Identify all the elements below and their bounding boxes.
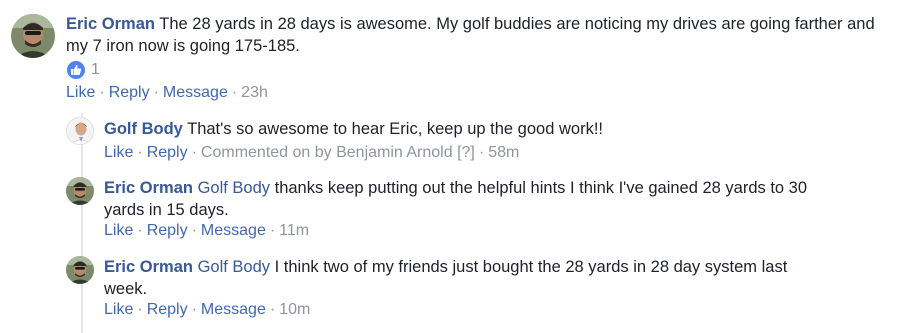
like-button[interactable]: Like — [104, 301, 133, 318]
separator: · — [191, 222, 197, 239]
comment-text: Eric Orman The 28 yards in 28 days is aw… — [66, 13, 886, 57]
message-button[interactable]: Message — [163, 84, 228, 101]
separator: · — [269, 222, 276, 239]
avatar[interactable] — [66, 256, 94, 284]
timestamp[interactable]: 11m — [279, 222, 309, 239]
reply-text: Golf Body That's so awesome to hear Eric… — [104, 118, 884, 140]
reply-button[interactable]: Reply — [147, 144, 188, 161]
separator: · — [478, 144, 485, 161]
separator: · — [191, 144, 197, 161]
separator: · — [231, 84, 238, 101]
mention-link[interactable]: Golf Body — [198, 179, 270, 197]
reply-actions: Like · Reply · Message · 10m — [104, 301, 310, 319]
reply-author[interactable]: Eric Orman — [104, 179, 193, 197]
thumbs-up-icon — [65, 59, 87, 81]
commented-by-text: Commented on by Benjamin Arnold — [200, 144, 453, 161]
reply-thread-line — [81, 113, 83, 333]
separator: · — [137, 222, 143, 239]
avatar[interactable] — [66, 117, 94, 145]
avatar[interactable] — [66, 177, 94, 205]
timestamp[interactable]: 23h — [241, 84, 268, 101]
comment-author[interactable]: Eric Orman — [66, 15, 155, 33]
reply-button[interactable]: Reply — [109, 84, 150, 101]
mention-link[interactable]: Golf Body — [198, 258, 270, 276]
separator: · — [137, 144, 143, 161]
avatar[interactable] — [11, 14, 55, 58]
reply-text: Eric Orman Golf Body I think two of my f… — [104, 256, 834, 300]
reaction-summary[interactable]: 1 — [65, 59, 100, 81]
comment-actions: Like · Reply · Message · 23h — [66, 84, 268, 102]
like-button[interactable]: Like — [104, 144, 133, 161]
reply-body: That's so awesome to hear Eric, keep up … — [182, 120, 603, 138]
separator: · — [137, 301, 143, 318]
reaction-count: 1 — [91, 61, 100, 78]
message-button[interactable]: Message — [201, 222, 266, 239]
reply-actions: Like · Reply · Message · 11m — [104, 222, 309, 240]
separator: · — [269, 301, 276, 318]
like-button[interactable]: Like — [66, 84, 95, 101]
separator: · — [153, 84, 159, 101]
reply-text: Eric Orman Golf Body thanks keep putting… — [104, 177, 834, 221]
timestamp[interactable]: 10m — [279, 301, 310, 318]
reply-author[interactable]: Golf Body — [104, 120, 183, 138]
separator: · — [191, 301, 197, 318]
timestamp[interactable]: 58m — [488, 144, 519, 161]
reply-actions: Like · Reply · Commented on by Benjamin Arno… — [104, 144, 519, 162]
reply-author[interactable]: Eric Orman — [104, 258, 193, 276]
message-button[interactable]: Message — [201, 301, 266, 318]
reply-button[interactable]: Reply — [147, 301, 188, 318]
comment-body: The 28 yards in 28 days is awesome. My g… — [66, 15, 875, 55]
help-link[interactable]: [?] — [457, 144, 475, 161]
reply-button[interactable]: Reply — [147, 222, 188, 239]
like-button[interactable]: Like — [104, 222, 133, 239]
separator: · — [99, 84, 105, 101]
